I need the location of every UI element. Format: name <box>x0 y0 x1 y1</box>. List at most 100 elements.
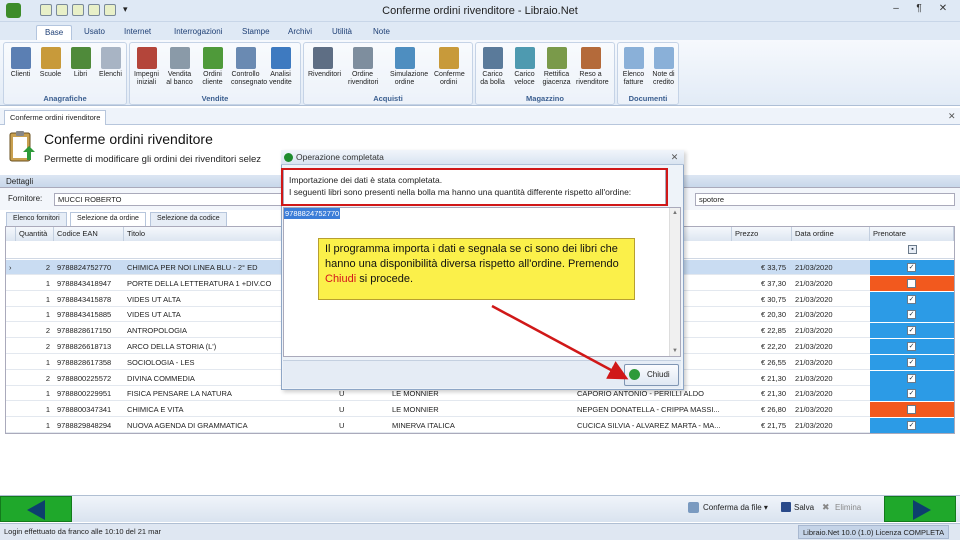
prenotare-checkbox[interactable]: ✓ <box>907 294 916 304</box>
scuole-button[interactable]: Scuole <box>36 47 65 97</box>
fornitore-field[interactable]: MUCCI ROBERTO <box>54 193 284 206</box>
tab-base[interactable]: Base <box>36 25 73 40</box>
cell-prenotare: ✓ <box>870 339 954 354</box>
tab-selezione-codice[interactable]: Selezione da codice <box>150 212 227 226</box>
cell-ean: 9788843418947 <box>57 278 112 288</box>
prenotare-checkbox[interactable]: ✓ <box>907 373 916 383</box>
info-icon <box>284 153 293 162</box>
column-header-prenotare[interactable]: Prenotare <box>870 227 954 241</box>
libri-button[interactable]: Libri <box>66 47 95 97</box>
books-icon <box>70 47 91 69</box>
tab-interrogazioni[interactable]: Interrogazioni <box>166 25 230 40</box>
impegni-iniziali-button[interactable]: Impegni iniziali <box>132 47 161 97</box>
column-header-ean[interactable]: Codice EAN <box>54 227 124 241</box>
elenco-fatture-button[interactable]: Elenco fatture <box>619 47 648 97</box>
dialog-close-icon[interactable]: ✕ <box>668 151 681 164</box>
cell-indicator <box>6 355 16 370</box>
cell-price: € 26,55 <box>760 357 786 367</box>
prenotare-checkbox[interactable] <box>907 278 916 288</box>
prenotare-checkbox[interactable]: ✓ <box>907 326 916 336</box>
tab-stampe[interactable]: Stampe <box>234 25 278 40</box>
vendita-banco-button[interactable]: Vendita al banco <box>165 47 194 97</box>
note-credito-button[interactable]: Note di credito <box>649 47 678 97</box>
prenotare-checkbox[interactable]: ✓ <box>907 389 916 399</box>
cell-qty: 1 <box>45 357 50 367</box>
prenotare-checkbox[interactable]: ✓ <box>907 263 916 272</box>
selected-code[interactable]: 9788824752770 <box>284 208 341 219</box>
column-header-spacer <box>682 227 732 241</box>
prenotare-checkbox[interactable]: ✓ <box>907 421 916 430</box>
prenotare-checkbox[interactable]: ✓ <box>907 342 916 351</box>
version-license: Libraio.Net 10.0 (1.0) Licenza COMPLETA <box>798 525 950 539</box>
column-header-quantita[interactable]: Quantità <box>16 227 54 241</box>
back-button[interactable] <box>0 496 72 522</box>
close-tab-icon[interactable]: ✕ <box>948 111 956 122</box>
cell-prenotare: ✓ <box>870 418 954 433</box>
group-title: Documenti <box>628 94 668 103</box>
carico-bolla-button[interactable]: Carico da bolla <box>478 47 507 97</box>
dialog-scrollbar[interactable]: ▲ ▼ <box>669 208 680 356</box>
cell-title: ANTROPOLOGIA <box>127 326 188 336</box>
cell-price: € 20,30 <box>760 310 786 320</box>
column-header-titolo[interactable]: Titolo <box>124 227 282 241</box>
cell-editor: MINERVA ITALICA <box>392 421 455 430</box>
dialog-footer <box>283 360 681 388</box>
cell-title: PORTE DELLA LETTERATURA 1 +DIV.CO <box>127 278 272 288</box>
carico-veloce-button[interactable]: Carico veloce <box>510 47 539 97</box>
reso-rivenditore-button[interactable]: Reso a rivenditore <box>576 47 609 97</box>
prenotare-checkbox[interactable]: ✓ <box>907 357 916 367</box>
tab-utilita[interactable]: Utilità <box>324 25 360 40</box>
ordine-rivenditori-button[interactable]: Ordine rivenditori <box>348 47 378 97</box>
cell-ean: 9788843415878 <box>57 294 112 304</box>
controllo-consegnato-button[interactable]: Controllo consegnato <box>231 47 267 97</box>
cell-ean: 9788800225572 <box>57 373 112 383</box>
tab-selezione-ordine[interactable]: Selezione da ordine <box>70 212 146 226</box>
tab-elenco-fornitori[interactable]: Elenco fornitori <box>6 212 67 226</box>
table-row[interactable]: 1 9788800347341 CHIMICA E VITA U LE MONNIER N… <box>6 402 954 418</box>
cell-price: € 22,85 <box>760 326 786 336</box>
rettifica-giacenza-button[interactable]: Rettifica giacenza <box>542 47 571 97</box>
filter-checkbox[interactable]: ▪ <box>908 245 917 254</box>
cell-prenotare <box>870 402 954 418</box>
cell-qty: 2 <box>45 263 50 272</box>
cell-title: NUOVA AGENDA DI GRAMMATICA <box>127 421 248 430</box>
close-circle-icon <box>629 369 640 380</box>
status-bar: Login effettuato da franco alle 10:10 de… <box>0 523 960 540</box>
book-red-icon <box>136 47 157 69</box>
cell-prenotare: ✓ <box>870 260 954 275</box>
cell-title: CHIMICA PER NOI LINEA BLU - 2° ED <box>127 263 258 272</box>
salva-button[interactable]: Salva <box>794 503 814 512</box>
help-button[interactable]: ¶ <box>908 2 930 18</box>
column-header-data-ordine[interactable]: Data ordine <box>792 227 870 241</box>
simulazione-ordine-button[interactable]: Simulazione ordine <box>390 47 428 97</box>
rivenditori-button[interactable]: Rivenditori <box>308 47 341 97</box>
cell-date: 21/03/2020 <box>795 421 833 430</box>
tab-note[interactable]: Note <box>365 25 398 40</box>
table-row[interactable]: 1 9788829848294 NUOVA AGENDA DI GRAMMATICA… <box>6 418 954 433</box>
clienti-button[interactable]: Clienti <box>6 47 35 97</box>
document-tab[interactable]: Conferme ordini rivenditore <box>4 110 107 125</box>
column-header-prezzo[interactable]: Prezzo <box>732 227 792 241</box>
close-window-button[interactable]: ✕ <box>932 2 954 18</box>
cell-indicator <box>6 276 16 291</box>
conferme-ordini-button[interactable]: Conferme ordini <box>434 47 465 97</box>
check-list-icon <box>235 47 256 69</box>
tab-archivi[interactable]: Archivi <box>280 25 320 40</box>
tab-usato[interactable]: Usato <box>76 25 113 40</box>
tab-internet[interactable]: Internet <box>116 25 159 40</box>
cell-title: VIDES UT ALTA <box>127 310 181 320</box>
forward-button[interactable] <box>884 496 956 522</box>
fast-load-icon <box>514 47 535 69</box>
prenotare-checkbox[interactable]: ✓ <box>907 310 916 320</box>
right-field[interactable]: spotore <box>695 193 955 206</box>
elimina-button[interactable]: Elimina <box>835 503 861 512</box>
annotation-text: Il programma importa i dati e segnala se… <box>325 243 619 270</box>
analisi-vendite-button[interactable]: Analisi vendite <box>266 47 295 97</box>
title-bar: ▾ Conferme ordini rivenditore - Libraio.… <box>0 0 960 22</box>
page-subtitle: Permette di modificare gli ordini dei ri… <box>44 154 262 165</box>
ordini-cliente-button[interactable]: Ordini cliente <box>198 47 227 97</box>
elenchi-button[interactable]: Elenchi <box>96 47 125 97</box>
prenotare-checkbox[interactable] <box>907 405 916 415</box>
conferma-da-file-button[interactable]: Conferma da file ▾ <box>703 503 768 512</box>
minimize-button[interactable]: – <box>885 2 907 18</box>
